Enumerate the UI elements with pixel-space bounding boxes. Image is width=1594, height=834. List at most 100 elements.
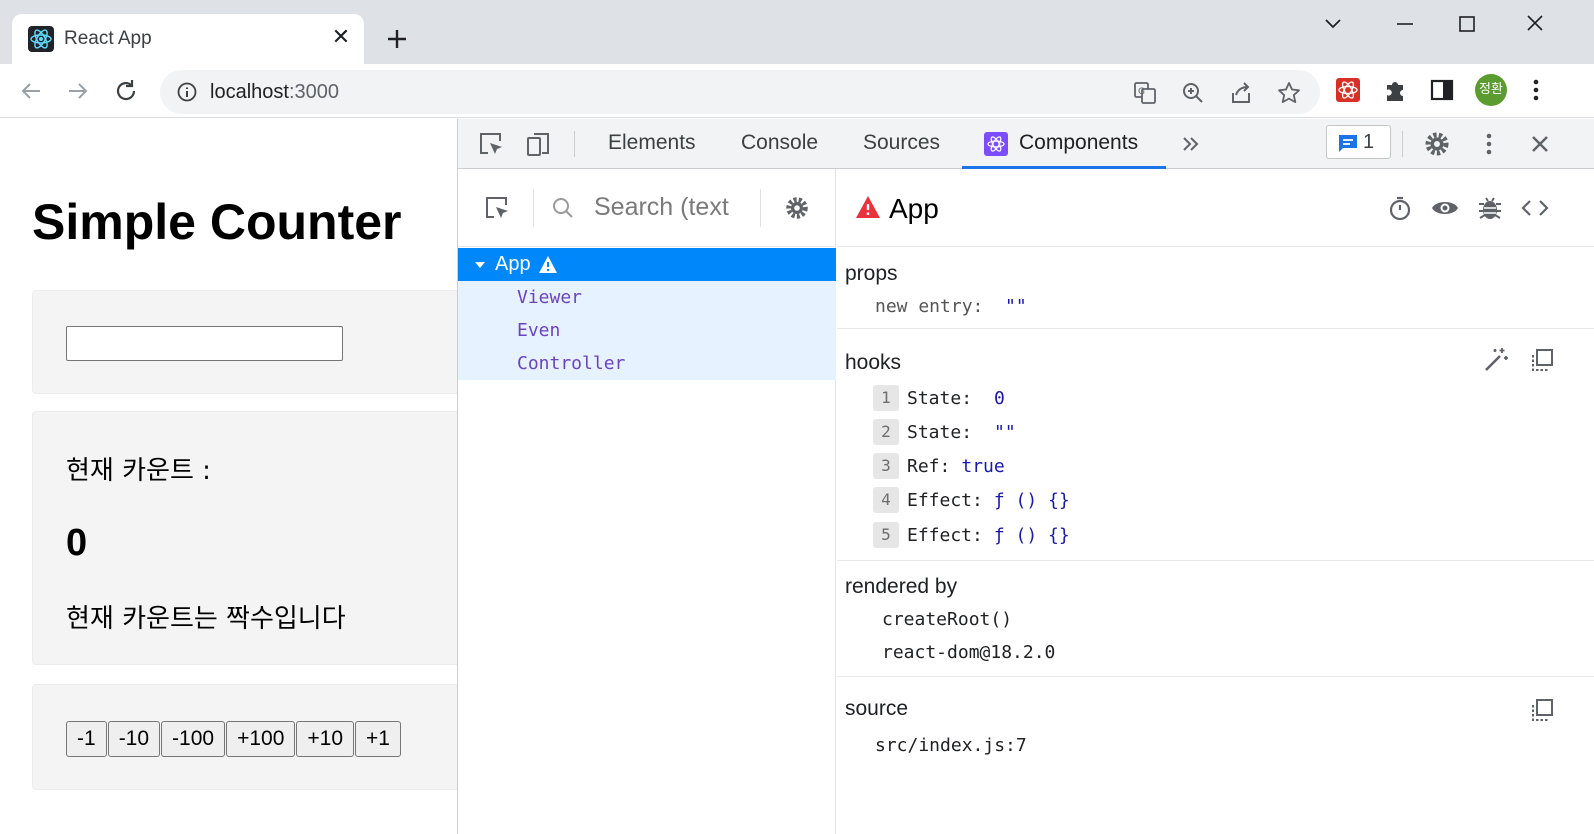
count-label: 현재 카운트 :: [66, 456, 211, 486]
tree-item-label: Viewer: [517, 287, 583, 308]
tree-item-label: App: [495, 253, 531, 275]
text-input[interactable]: [66, 326, 343, 361]
copy-icon[interactable]: [1529, 347, 1555, 373]
hook-name: Effect:: [907, 524, 983, 546]
close-devtools-icon[interactable]: [1525, 129, 1555, 159]
page-viewport: Simple Counter 현재 카운트 : 0 현재 카운트는 짝수입니다 …: [0, 119, 457, 834]
plus-10-button[interactable]: +10: [296, 721, 355, 757]
forward-icon[interactable]: [63, 76, 93, 106]
tab-sources[interactable]: Sources: [863, 131, 940, 155]
hook-name: Effect:: [907, 489, 983, 511]
issues-count: 1: [1363, 131, 1375, 153]
tab-search-icon[interactable]: [1318, 10, 1348, 38]
tab-console[interactable]: Console: [741, 131, 818, 155]
hook-value[interactable]: ƒ () {}: [994, 490, 1070, 511]
hook-name-text: Effect: [907, 489, 973, 511]
minus-1-button[interactable]: -1: [66, 721, 107, 757]
extensions-puzzle-icon[interactable]: [1381, 76, 1409, 104]
hook-value[interactable]: 0: [994, 388, 1005, 409]
inspector-header: App: [837, 169, 1594, 247]
hook-row[interactable]: 1 State: 0: [873, 384, 1005, 412]
devtools-menu-icon[interactable]: [1474, 129, 1504, 159]
plus-100-button[interactable]: +100: [226, 721, 296, 757]
inspect-element-icon[interactable]: [476, 129, 506, 159]
tree-item-viewer[interactable]: Viewer: [458, 281, 836, 314]
message-icon: [1339, 135, 1357, 152]
tree-settings-gear-icon[interactable]: [783, 194, 811, 222]
timer-icon[interactable]: [1387, 195, 1413, 221]
bookmark-star-icon[interactable]: [1276, 80, 1302, 106]
component-tree-pane: Search (text App Viewer Even Controller: [458, 169, 836, 834]
bug-icon[interactable]: [1477, 194, 1503, 222]
eye-icon[interactable]: [1430, 195, 1460, 221]
props-new-entry-value[interactable]: "": [1005, 296, 1027, 317]
select-element-icon[interactable]: [482, 193, 512, 223]
tree-item-even[interactable]: Even: [458, 314, 836, 347]
source-location[interactable]: src/index.js:7: [875, 735, 1027, 756]
minus-10-button[interactable]: -10: [107, 721, 161, 757]
new-tab-icon[interactable]: [382, 24, 412, 54]
hook-index: 3: [873, 453, 899, 479]
tab-title: React App: [64, 28, 152, 49]
hook-row[interactable]: 3 Ref: true: [873, 452, 1005, 480]
url-port: :3000: [288, 81, 339, 103]
settings-gear-icon[interactable]: [1422, 129, 1452, 159]
hook-name-text: State: [907, 421, 962, 443]
search-icon: [553, 198, 573, 218]
hook-value[interactable]: true: [961, 456, 1004, 477]
inspected-component-name: App: [889, 193, 939, 224]
component-search-input[interactable]: Search (text: [594, 193, 729, 222]
hook-row[interactable]: 2 State: "": [873, 418, 1016, 446]
plus-1-button[interactable]: +1: [355, 721, 401, 757]
minimize-icon[interactable]: [1390, 10, 1420, 38]
caret-down-icon[interactable]: [474, 259, 486, 271]
close-window-icon[interactable]: [1520, 10, 1550, 38]
magic-wand-icon[interactable]: [1482, 346, 1510, 374]
rendered-by-item: createRoot(): [882, 609, 1013, 630]
more-tabs-chevron-icon[interactable]: [1176, 129, 1206, 159]
profile-avatar[interactable]: 정환: [1475, 74, 1507, 106]
side-panel-icon[interactable]: [1428, 76, 1456, 104]
tree-item-app[interactable]: App: [458, 248, 836, 281]
tree-item-controller[interactable]: Controller: [458, 347, 836, 380]
props-new-entry-key[interactable]: new entry:: [875, 296, 983, 317]
hook-value[interactable]: ƒ () {}: [994, 525, 1070, 546]
source-section: source src/index.js:7: [837, 677, 1594, 777]
reload-icon[interactable]: [111, 76, 141, 106]
maximize-icon[interactable]: [1452, 10, 1482, 38]
devtools-panel: Elements Console Sources Components 1 Se…: [457, 119, 1594, 834]
chrome-menu-icon[interactable]: [1522, 76, 1550, 104]
header-divider: [760, 189, 761, 227]
issues-badge[interactable]: 1: [1326, 125, 1391, 159]
count-value: 0: [66, 522, 88, 564]
translate-icon[interactable]: G: [1132, 80, 1158, 106]
hook-name-text: Ref: [907, 455, 940, 477]
hook-row[interactable]: 5 Effect: ƒ () {}: [873, 521, 1070, 549]
browser-tab[interactable]: React App ✕: [12, 14, 364, 64]
hook-value[interactable]: "": [994, 422, 1016, 443]
share-icon[interactable]: [1228, 80, 1254, 106]
react-devtools-extension-icon[interactable]: [1334, 76, 1362, 104]
component-tree-list: App Viewer Even Controller: [458, 248, 836, 380]
device-toolbar-icon[interactable]: [524, 129, 554, 159]
toolbar-divider: [1402, 131, 1403, 157]
copy-icon[interactable]: [1529, 697, 1555, 723]
props-section: props new entry: "": [837, 248, 1594, 329]
back-icon[interactable]: [16, 76, 46, 106]
hooks-title: hooks: [845, 351, 902, 374]
site-info-icon[interactable]: [176, 81, 198, 103]
source-title: source: [845, 697, 909, 720]
even-status-text: 현재 카운트는 짝수입니다: [66, 604, 346, 634]
minus-100-button[interactable]: -100: [161, 721, 226, 757]
close-tab-icon[interactable]: ✕: [328, 24, 354, 50]
zoom-icon[interactable]: [1180, 80, 1206, 106]
tab-components[interactable]: Components: [1019, 131, 1138, 155]
address-bar[interactable]: localhost:3000 G: [160, 70, 1320, 114]
viewer-panel: 현재 카운트 : 0 현재 카운트는 짝수입니다: [32, 411, 457, 665]
hook-name-text: State: [907, 387, 962, 409]
view-source-icon[interactable]: [1521, 196, 1549, 220]
url-text[interactable]: localhost:3000: [210, 81, 339, 104]
hook-row[interactable]: 4 Effect: ƒ () {}: [873, 486, 1070, 514]
tab-elements[interactable]: Elements: [608, 131, 696, 155]
rendered-by-item: react-dom@18.2.0: [882, 642, 1056, 663]
